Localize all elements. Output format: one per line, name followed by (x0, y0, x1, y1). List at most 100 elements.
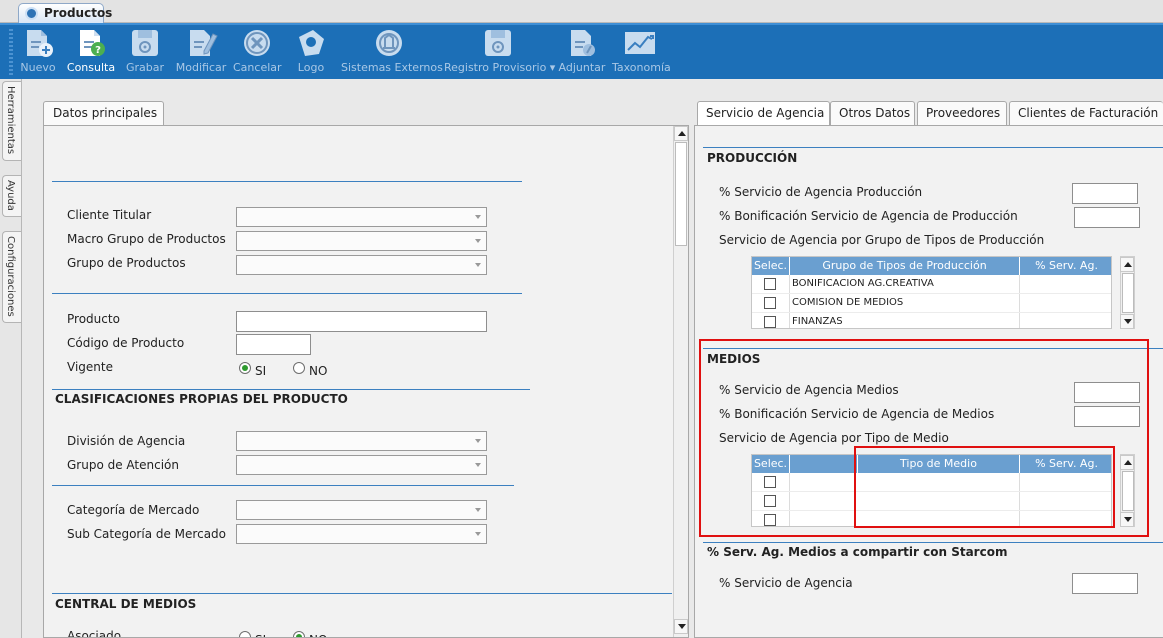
scroll-up-icon[interactable] (674, 126, 688, 141)
grupo-atencion-label: Grupo de Atención (67, 458, 179, 472)
produccion-grid-scrollbar[interactable] (1120, 256, 1135, 329)
adjuntar-label: Adjuntar (558, 61, 606, 74)
row-checkbox[interactable] (764, 278, 776, 290)
tab-servicio-agencia[interactable]: Servicio de Agencia (697, 101, 830, 126)
categoria-mercado-label: Categoría de Mercado (67, 503, 200, 517)
datos-principales-panel: Cliente Titular Macro Grupo de Productos… (43, 125, 689, 638)
logo-label: Logo (297, 61, 325, 74)
scroll-down-icon[interactable] (1120, 314, 1134, 329)
divider (703, 147, 1163, 148)
divider (52, 389, 530, 390)
division-agencia-select[interactable] (236, 431, 487, 451)
vigente-si-radio[interactable] (239, 362, 251, 374)
side-tab-ayuda[interactable]: Ayuda (2, 175, 21, 217)
grabar-button[interactable]: Grabar (126, 27, 164, 79)
nuevo-label: Nuevo (20, 61, 56, 74)
sistemas-externos-button[interactable]: Sistemas Externos (341, 27, 443, 79)
codigo-producto-input[interactable] (236, 334, 311, 355)
divider (703, 542, 1163, 543)
cliente-titular-select[interactable] (236, 207, 487, 227)
pct-servicio-produccion-input[interactable] (1072, 183, 1138, 204)
por-grupo-label: Servicio de Agencia por Grupo de Tipos d… (719, 233, 1045, 247)
chevron-down-icon: ▾ (549, 61, 556, 74)
row-label: FINANZAS (792, 316, 843, 327)
cancelar-button[interactable]: Cancelar (233, 27, 282, 79)
save-icon (128, 27, 162, 59)
attach-icon (565, 27, 599, 59)
toolbar-grip (9, 29, 13, 75)
vigente-label: Vigente (67, 360, 113, 374)
new-document-icon (21, 27, 55, 59)
central-medios-title: CENTRAL DE MEDIOS (55, 597, 197, 611)
registro-provisorio-button[interactable]: Registro Provisorio ▾ (444, 27, 556, 79)
cancelar-label: Cancelar (233, 61, 282, 74)
tipo-medio-highlight-box (854, 446, 1115, 528)
side-tab-herramientas[interactable]: Herramientas (2, 81, 21, 161)
col-selec[interactable]: Selec. (752, 257, 790, 275)
edit-icon (184, 27, 218, 59)
col-grupo-tipos[interactable]: Grupo de Tipos de Producción (790, 257, 1020, 275)
cancel-icon (240, 27, 274, 59)
tab-otros-datos[interactable]: Otros Datos (830, 101, 915, 126)
scroll-down-icon[interactable] (674, 619, 688, 634)
vigente-no-radio[interactable] (293, 362, 305, 374)
row-checkbox[interactable] (764, 297, 776, 309)
tab-productos[interactable]: Productos (18, 3, 112, 23)
table-row[interactable]: COMISION DE MEDIOS (752, 294, 1111, 313)
toolbar: Nuevo ? Consulta Grabar Modificar Cancel… (0, 23, 1163, 79)
app-logo-icon (25, 7, 38, 20)
logo-button[interactable]: Logo (292, 27, 330, 79)
modificar-button[interactable]: Modificar (175, 27, 227, 79)
query-document-icon: ? (74, 27, 108, 59)
row-label: BONIFICACION AG.CREATIVA (792, 278, 934, 289)
divider (52, 293, 522, 294)
external-systems-icon (372, 27, 406, 59)
left-panel-scrollbar[interactable] (673, 126, 688, 637)
division-agencia-label: División de Agencia (67, 434, 186, 448)
asociado-label: Asociado (67, 629, 122, 638)
categoria-mercado-select[interactable] (236, 500, 487, 520)
asociado-si-label: SI (255, 633, 266, 637)
cliente-titular-label: Cliente Titular (67, 208, 152, 222)
tab-clientes-facturacion[interactable]: Clientes de Facturación (1009, 101, 1163, 126)
grupo-atencion-select[interactable] (236, 455, 487, 475)
pct-bonificacion-produccion-input[interactable] (1074, 207, 1140, 228)
grupo-productos-select[interactable] (236, 255, 487, 275)
asociado-no-label: NO (309, 633, 327, 637)
pct-servicio-starcom-label: % Servicio de Agencia (719, 576, 853, 590)
asociado-no-radio[interactable] (293, 631, 305, 637)
pct-servicio-starcom-input[interactable] (1072, 573, 1138, 594)
asociado-si-radio[interactable] (239, 631, 251, 637)
consulta-button[interactable]: ? Consulta (66, 27, 116, 79)
row-checkbox[interactable] (764, 316, 776, 328)
side-panel: Herramientas Ayuda Configuraciones (0, 79, 22, 638)
table-row[interactable]: FINANZAS (752, 313, 1111, 328)
taxonomia-label: Taxonomía (612, 61, 671, 74)
chart-icon (623, 27, 657, 59)
scroll-thumb[interactable] (1122, 273, 1134, 313)
taxonomia-button[interactable]: Taxonomía (612, 27, 671, 79)
producto-input[interactable] (236, 311, 487, 332)
adjuntar-button[interactable]: Adjuntar (558, 27, 606, 79)
scroll-thumb[interactable] (675, 142, 687, 246)
side-tab-configuraciones[interactable]: Configuraciones (2, 231, 21, 323)
col-serv-ag[interactable]: % Serv. Ag. (1020, 257, 1111, 275)
tab-datos-principales[interactable]: Datos principales (43, 101, 164, 126)
table-row[interactable]: BONIFICACION AG.CREATIVA (752, 275, 1111, 294)
pct-servicio-produccion-label: % Servicio de Agencia Producción (719, 185, 923, 199)
producto-label: Producto (67, 312, 120, 326)
produccion-title: PRODUCCIÓN (707, 151, 798, 165)
registro-provisorio-label: Registro Provisorio ▾ (444, 61, 556, 74)
sistemas-externos-label: Sistemas Externos (341, 61, 443, 74)
sub-categoria-select[interactable] (236, 524, 487, 544)
clasificaciones-title: CLASIFICACIONES PROPIAS DEL PRODUCTO (55, 392, 348, 406)
tab-proveedores[interactable]: Proveedores (917, 101, 1007, 126)
macro-grupo-select[interactable] (236, 231, 487, 251)
sub-categoria-label: Sub Categoría de Mercado (67, 527, 226, 541)
divider (52, 485, 514, 486)
vigente-no-label: NO (309, 364, 328, 378)
svg-text:?: ? (95, 45, 101, 56)
scroll-up-icon[interactable] (1120, 257, 1134, 272)
nuevo-button[interactable]: Nuevo (20, 27, 56, 79)
logo-icon (294, 27, 328, 59)
